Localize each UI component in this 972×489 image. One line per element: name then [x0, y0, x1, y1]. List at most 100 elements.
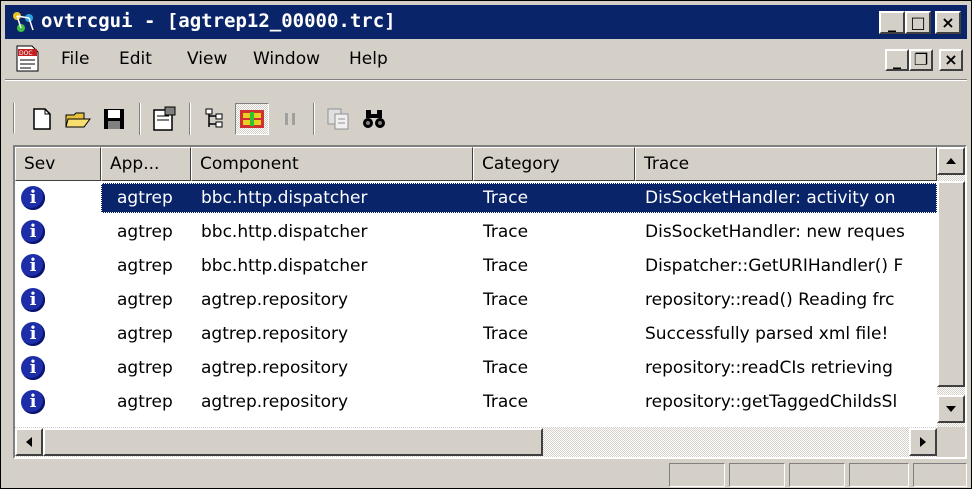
- trace-cell: DisSocketHandler: activity on: [645, 188, 896, 208]
- pause-button[interactable]: [273, 103, 307, 135]
- menu-file[interactable]: File: [61, 49, 89, 69]
- info-icon: i: [21, 322, 45, 346]
- severity-cell: i: [15, 283, 101, 317]
- info-icon: i: [21, 288, 45, 312]
- new-button[interactable]: [25, 103, 59, 135]
- follow-trace-icon: [240, 110, 264, 128]
- pause-icon: [285, 113, 295, 125]
- info-icon: i: [21, 186, 45, 210]
- close-icon: ×: [941, 13, 955, 32]
- properties-icon: [153, 106, 176, 131]
- open-button[interactable]: [61, 103, 95, 135]
- info-icon: i: [21, 220, 45, 244]
- row-content: agtrep agtrep.repository Trace repository::…: [101, 285, 937, 315]
- category-cell: Trace: [483, 324, 529, 344]
- horizontal-scroll-thumb[interactable]: [43, 428, 543, 456]
- close-button[interactable]: ×: [935, 11, 961, 34]
- column-header-sev[interactable]: Sev: [15, 147, 101, 181]
- table-row[interactable]: i agtrep agtrep.repository Trace repository:…: [15, 385, 937, 419]
- table-row[interactable]: i agtrep agtrep.repository Trace Successfull…: [15, 317, 937, 351]
- app-cell: agtrep: [117, 222, 173, 242]
- row-content: agtrep bbc.http.dispatcher Trace DisSocketH…: [101, 217, 937, 247]
- restore-icon: ❐: [913, 50, 929, 69]
- toolbar: [5, 81, 967, 143]
- copy-button[interactable]: [321, 103, 355, 135]
- menu-bar: DOC File Edit View Window Help _ ❐ ×: [5, 41, 967, 77]
- app-cell: agtrep: [117, 256, 173, 276]
- menu-window[interactable]: Window: [253, 49, 320, 69]
- trace-cell: Dispatcher::GetURIHandler() F: [645, 256, 904, 276]
- toolbar-separator: [189, 103, 191, 135]
- category-cell: Trace: [483, 256, 529, 276]
- close-icon: ×: [944, 50, 958, 69]
- scroll-right-button[interactable]: [909, 428, 937, 456]
- menu-help[interactable]: Help: [349, 49, 388, 69]
- row-content: agtrep bbc.http.dispatcher Trace Dispatcher…: [101, 251, 937, 281]
- column-header-component[interactable]: Component: [191, 147, 473, 181]
- category-cell: Trace: [483, 358, 529, 378]
- status-panel: [729, 463, 785, 487]
- child-close-button[interactable]: ×: [939, 49, 963, 71]
- tree-button[interactable]: [197, 103, 231, 135]
- table-row[interactable]: i agtrep agtrep.repository Trace repository:…: [15, 283, 937, 317]
- info-icon: i: [21, 356, 45, 380]
- category-cell: Trace: [483, 222, 529, 242]
- toolbar-separator: [139, 103, 141, 135]
- component-cell: agtrep.repository: [201, 290, 349, 310]
- svg-text:DOC: DOC: [19, 50, 33, 57]
- save-button[interactable]: [97, 103, 131, 135]
- severity-cell: i: [15, 351, 101, 385]
- column-header-category[interactable]: Category: [473, 147, 635, 181]
- row-content: agtrep agtrep.repository Trace Successfully…: [101, 319, 937, 349]
- component-cell: agtrep.repository: [201, 324, 349, 344]
- info-icon: i: [21, 390, 45, 414]
- trace-list[interactable]: Sev App... Component Category Trace i agt…: [13, 145, 967, 459]
- app-cell: agtrep: [117, 290, 173, 310]
- table-row[interactable]: i agtrep bbc.http.dispatcher Trace DisSocket…: [15, 181, 937, 215]
- component-cell: bbc.http.dispatcher: [201, 256, 368, 276]
- document-icon[interactable]: DOC: [15, 45, 41, 73]
- row-content: agtrep bbc.http.dispatcher Trace DisSocketH…: [101, 183, 937, 213]
- child-restore-button[interactable]: ❐: [909, 49, 933, 71]
- toolbar-grip: [13, 103, 15, 133]
- save-disk-icon: [104, 109, 124, 129]
- status-panel-main: [5, 463, 665, 487]
- scroll-left-button[interactable]: [15, 428, 43, 456]
- child-minimize-button[interactable]: _: [885, 49, 909, 71]
- open-folder-icon: [65, 112, 91, 128]
- table-row[interactable]: i agtrep agtrep.repository Trace repository:…: [15, 351, 937, 385]
- severity-cell: i: [15, 215, 101, 249]
- row-content: agtrep agtrep.repository Trace repository::…: [101, 387, 937, 417]
- maximize-button[interactable]: □: [905, 11, 931, 34]
- scroll-up-button[interactable]: [937, 147, 965, 175]
- severity-cell: i: [15, 385, 101, 419]
- status-panel: [849, 463, 909, 487]
- table-row[interactable]: i agtrep bbc.http.dispatcher Trace Dispatche…: [15, 249, 937, 283]
- scroll-down-button[interactable]: [937, 395, 965, 423]
- tree-icon: [205, 108, 223, 128]
- trace-cell: repository::read() Reading frc: [645, 290, 895, 310]
- properties-button[interactable]: [147, 103, 181, 135]
- category-cell: Trace: [483, 188, 529, 208]
- status-panel: [913, 463, 967, 487]
- column-header-trace[interactable]: Trace: [635, 147, 937, 181]
- component-cell: agtrep.repository: [201, 392, 349, 412]
- minimize-button[interactable]: _: [879, 11, 905, 34]
- menu-edit[interactable]: Edit: [119, 49, 152, 69]
- follow-trace-button[interactable]: [235, 103, 269, 135]
- status-bar: [5, 461, 967, 487]
- menu-view[interactable]: View: [187, 49, 227, 69]
- vertical-scrollbar[interactable]: [937, 147, 965, 427]
- vertical-scroll-thumb[interactable]: [937, 181, 965, 387]
- table-row[interactable]: i agtrep bbc.http.dispatcher Trace DisSocket…: [15, 215, 937, 249]
- title-bar[interactable]: ovtrcgui - [agtrep12_00000.trc] _ □ ×: [5, 5, 967, 39]
- column-header-app[interactable]: App...: [101, 147, 191, 181]
- app-window: ovtrcgui - [agtrep12_00000.trc] _ □ × DO…: [0, 0, 972, 489]
- severity-cell: i: [15, 317, 101, 351]
- component-cell: bbc.http.dispatcher: [201, 222, 368, 242]
- horizontal-scrollbar[interactable]: [15, 427, 937, 457]
- find-button[interactable]: [357, 103, 391, 135]
- severity-cell: i: [15, 181, 101, 215]
- scroll-corner: [937, 427, 965, 457]
- find-binoculars-icon: [363, 110, 385, 128]
